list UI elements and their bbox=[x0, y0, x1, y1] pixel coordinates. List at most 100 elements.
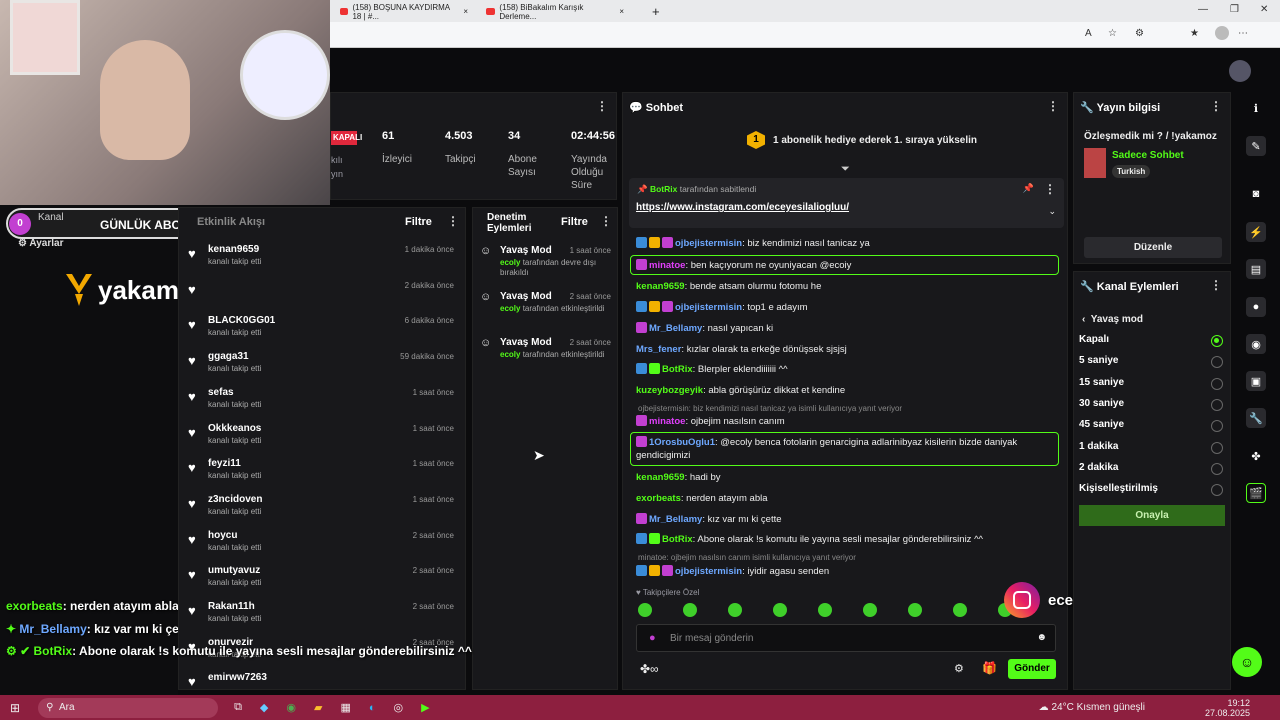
info-icon[interactable]: ℹ bbox=[1246, 98, 1266, 118]
more-icon[interactable]: ⋮ bbox=[1210, 278, 1222, 292]
radio-button[interactable] bbox=[1211, 420, 1223, 433]
unpin-icon[interactable]: 📌 bbox=[1023, 183, 1034, 194]
chat-username[interactable]: Mr_Bellamy bbox=[649, 514, 702, 525]
close-icon[interactable]: × bbox=[463, 7, 468, 16]
chat-username[interactable]: minatoe bbox=[649, 416, 685, 427]
radio-button[interactable] bbox=[1211, 398, 1223, 411]
emote-icon[interactable] bbox=[863, 603, 877, 617]
extensions-icon[interactable]: ⚙ bbox=[1135, 28, 1144, 39]
follower-name[interactable]: BLACK0GG01 bbox=[208, 315, 275, 326]
profile-icon[interactable] bbox=[1215, 26, 1229, 40]
pencil-icon[interactable]: ✎ bbox=[1246, 136, 1266, 156]
category-link[interactable]: Sadece Sohbet bbox=[1112, 150, 1184, 161]
obs-icon[interactable]: ◎ bbox=[394, 701, 404, 714]
radio-button[interactable] bbox=[1211, 356, 1223, 369]
maximize-icon[interactable]: ❐ bbox=[1230, 4, 1239, 15]
emote-icon[interactable] bbox=[728, 603, 742, 617]
emote-icon[interactable] bbox=[818, 603, 832, 617]
pinned-message[interactable]: 📌 BotRix tarafından sabitlendi https://w… bbox=[629, 178, 1064, 228]
follower-name[interactable]: Rakan11h bbox=[208, 601, 255, 612]
follower-name[interactable]: sefas bbox=[208, 387, 234, 398]
chevron-down-icon[interactable]: ⏷ bbox=[841, 163, 850, 176]
slow-mode-option[interactable]: 2 dakika bbox=[1079, 462, 1229, 478]
chat-username[interactable]: Mrs_fener bbox=[636, 344, 681, 355]
radio-button[interactable] bbox=[1211, 462, 1223, 475]
more-icon[interactable]: ⋮ bbox=[447, 214, 459, 228]
follower-name[interactable]: Okkkeanos bbox=[208, 423, 261, 434]
more-icon[interactable]: ⋮ bbox=[1047, 99, 1059, 113]
emote-icon[interactable] bbox=[773, 603, 787, 617]
category-thumbnail[interactable] bbox=[1084, 148, 1106, 178]
chrome-icon[interactable]: ◉ bbox=[286, 701, 296, 714]
camera-icon[interactable]: ◙ bbox=[1246, 184, 1266, 204]
support-chat-icon[interactable]: ☺ bbox=[1232, 647, 1262, 677]
slow-mode-option[interactable]: Kapalı bbox=[1079, 334, 1229, 350]
chat-username[interactable]: minatoe bbox=[649, 260, 685, 271]
slow-mode-option[interactable]: Kişiselleştirilmiş bbox=[1079, 483, 1229, 499]
chat-username[interactable]: kuzeybozgeyik bbox=[636, 385, 703, 396]
ayarlar-menu[interactable]: ⚙ Ayarlar bbox=[18, 238, 64, 249]
windows-start-icon[interactable]: ⊞ bbox=[10, 701, 20, 715]
radio-button[interactable] bbox=[1211, 377, 1223, 390]
weather-widget[interactable]: ☁ 24°C Kısmen güneşli bbox=[1039, 702, 1145, 713]
copilot-icon[interactable]: ◆ bbox=[260, 701, 268, 714]
chat-username[interactable]: BotRix bbox=[662, 534, 693, 545]
activity-filter-button[interactable]: Filtre bbox=[405, 216, 432, 228]
address-bar[interactable]: A ☆ ⚙ ★ ⋯ bbox=[330, 22, 1280, 48]
chat-username[interactable]: BotRix bbox=[662, 364, 693, 375]
taskbar-search[interactable]: ⚲ Ara bbox=[38, 697, 219, 718]
edit-button[interactable]: Düzenle bbox=[1084, 237, 1222, 258]
browser-tab[interactable]: (158) BOŞUNA KAYDIRMA 18 | #... × bbox=[334, 3, 474, 21]
blerp-icon[interactable]: ✤ bbox=[1246, 446, 1266, 466]
chat-username[interactable]: ojbejistermisin bbox=[675, 566, 742, 577]
more-icon[interactable]: ⋮ bbox=[596, 99, 608, 113]
follower-name[interactable]: hoycu bbox=[208, 530, 237, 541]
clapperboard-icon[interactable]: 🎬 bbox=[1246, 483, 1266, 503]
folder-icon[interactable]: ▰ bbox=[314, 701, 322, 714]
chat-username[interactable]: 1OrosbuOglu1 bbox=[649, 437, 715, 448]
close-icon[interactable]: × bbox=[619, 7, 624, 16]
emoji-icon[interactable]: ☻ bbox=[1036, 632, 1047, 643]
lightning-icon[interactable]: ⚡ bbox=[1246, 222, 1266, 242]
follower-name[interactable]: z3ncidoven bbox=[208, 494, 262, 505]
browser-tab[interactable]: (158) BiBakalım Karışık Derleme... × bbox=[480, 3, 630, 21]
favorites-icon[interactable]: ★ bbox=[1190, 28, 1199, 39]
document-icon[interactable]: ▤ bbox=[1246, 259, 1266, 279]
radio-button[interactable] bbox=[1211, 441, 1223, 454]
chat-username[interactable]: kenan9659 bbox=[636, 472, 685, 483]
printer-icon[interactable]: ▣ bbox=[1246, 371, 1266, 391]
chat-username[interactable]: exorbeats bbox=[636, 493, 681, 504]
blerp-icon[interactable]: ✤∞ bbox=[640, 662, 659, 676]
radio-button[interactable] bbox=[1211, 335, 1223, 347]
radio-button[interactable] bbox=[1211, 484, 1223, 497]
chat-username[interactable]: ojbejistermisin bbox=[675, 302, 742, 313]
chat-username[interactable]: kenan9659 bbox=[636, 281, 685, 292]
chat-bubble-icon[interactable]: ● bbox=[1246, 297, 1266, 317]
new-tab-button[interactable]: + bbox=[646, 3, 666, 20]
more-icon[interactable]: ⋮ bbox=[1210, 99, 1222, 113]
store-icon[interactable]: ▦ bbox=[340, 701, 350, 714]
edge-icon[interactable]: ◐ bbox=[369, 702, 376, 714]
mod-filter-button[interactable]: Filtre bbox=[561, 216, 588, 228]
emote-icon[interactable] bbox=[638, 603, 652, 617]
user-avatar[interactable] bbox=[1229, 60, 1251, 82]
emote-icon[interactable] bbox=[683, 603, 697, 617]
more-icon[interactable]: ⋯ bbox=[1238, 28, 1248, 39]
follower-name[interactable]: umutyavuz bbox=[208, 565, 260, 576]
follower-name[interactable]: kenan9659 bbox=[208, 244, 259, 255]
chat-input[interactable]: ● Bir mesaj gönderin ☻ bbox=[636, 624, 1056, 652]
back-button[interactable]: ‹ Yavaş mod bbox=[1082, 314, 1143, 325]
chat-username[interactable]: ojbejistermisin bbox=[675, 238, 742, 249]
gift-icon[interactable]: 🎁 bbox=[982, 661, 997, 675]
broadcast-icon[interactable]: ◉ bbox=[1246, 334, 1266, 354]
chevron-down-icon[interactable]: ⌄ bbox=[1048, 206, 1056, 217]
confirm-button[interactable]: Onayla bbox=[1079, 505, 1225, 526]
more-icon[interactable]: ⋮ bbox=[600, 214, 612, 228]
minimize-icon[interactable]: — bbox=[1198, 4, 1208, 15]
slow-mode-option[interactable]: 1 dakika bbox=[1079, 441, 1229, 457]
star-icon[interactable]: ☆ bbox=[1108, 28, 1117, 39]
settings-icon[interactable]: ⚙ bbox=[954, 662, 964, 675]
follower-name[interactable]: emirww7263 bbox=[208, 672, 267, 683]
follower-name[interactable]: ggaga31 bbox=[208, 351, 249, 362]
gift-leaderboard-text[interactable]: 1 abonelik hediye ederek 1. sıraya yükse… bbox=[773, 135, 977, 146]
